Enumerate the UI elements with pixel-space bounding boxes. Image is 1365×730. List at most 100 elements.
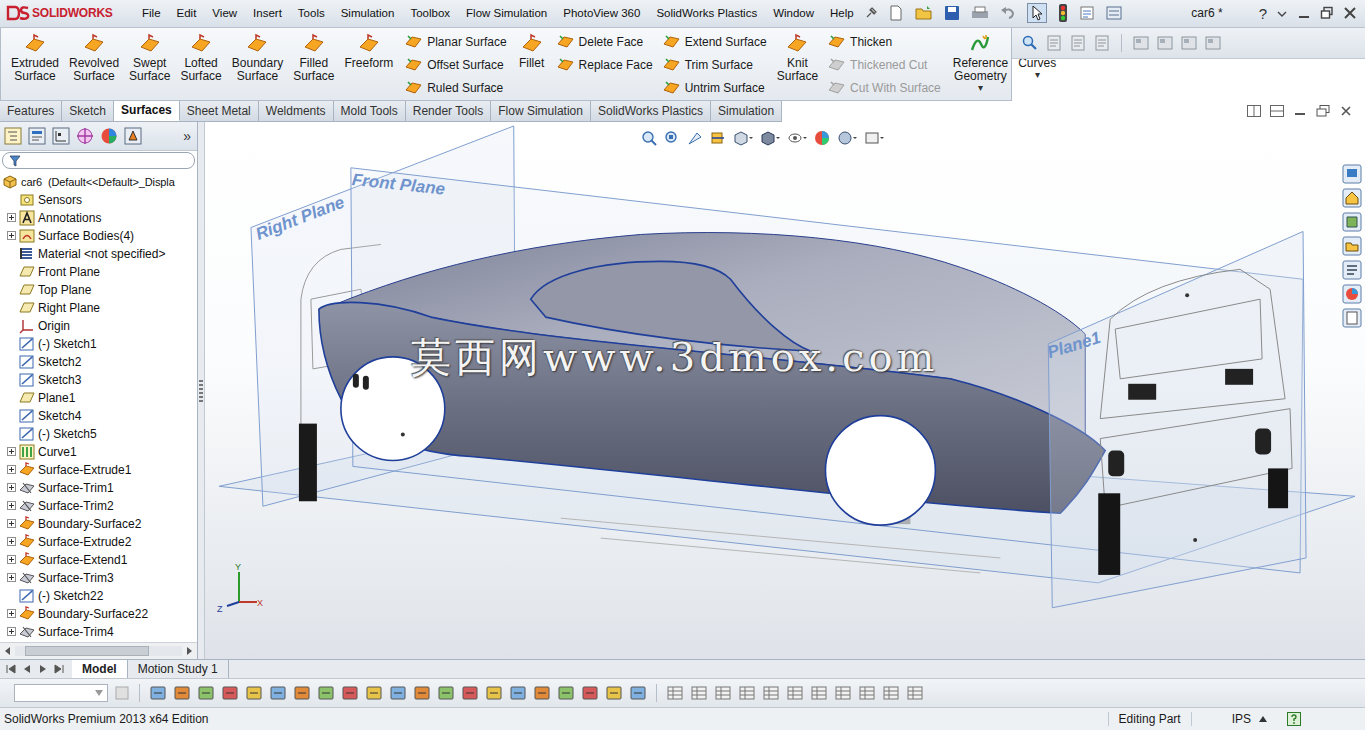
menu-item[interactable]: Tools bbox=[298, 7, 325, 19]
bottom-tab[interactable]: Model bbox=[72, 660, 128, 678]
tab[interactable]: Features bbox=[0, 101, 62, 121]
next-tab-icon[interactable] bbox=[36, 663, 50, 675]
layout-icon[interactable] bbox=[1157, 35, 1173, 51]
table-tool-icon[interactable] bbox=[714, 684, 732, 702]
help-button[interactable]: ? bbox=[1259, 5, 1267, 22]
tool-icon[interactable] bbox=[533, 684, 551, 702]
rebuild-icon[interactable] bbox=[1058, 4, 1068, 22]
print-icon[interactable] bbox=[971, 5, 989, 21]
command-button[interactable]: Extend Surface bbox=[663, 32, 767, 52]
minimize-icon[interactable] bbox=[1297, 6, 1311, 20]
tab[interactable]: Sheet Metal bbox=[180, 101, 259, 121]
first-tab-icon[interactable] bbox=[4, 663, 18, 675]
view-settings-icon[interactable] bbox=[864, 130, 884, 146]
menu-item[interactable]: View bbox=[212, 7, 237, 19]
new-document-icon[interactable] bbox=[888, 5, 904, 21]
command-button[interactable]: Planar Surface bbox=[405, 32, 506, 52]
table-tool-icon[interactable] bbox=[690, 684, 708, 702]
tool-icon[interactable] bbox=[269, 684, 287, 702]
design-library-icon[interactable] bbox=[1342, 212, 1362, 232]
menu-item[interactable]: PhotoView 360 bbox=[563, 7, 640, 19]
command-button[interactable]: Swept Surface bbox=[127, 31, 172, 83]
tree-item[interactable]: Top Plane bbox=[0, 281, 197, 299]
table-tool-icon[interactable] bbox=[906, 684, 924, 702]
tool-icon[interactable] bbox=[413, 684, 431, 702]
command-button[interactable]: Boundary Surface bbox=[230, 31, 285, 83]
tree-item[interactable]: Annotations bbox=[0, 209, 197, 227]
undo-icon[interactable] bbox=[1000, 5, 1016, 21]
previous-tab-icon[interactable] bbox=[20, 663, 34, 675]
command-button[interactable]: Reference Geometry▾ bbox=[951, 31, 1010, 93]
command-button[interactable]: Knit Surface bbox=[775, 31, 820, 83]
tree-item[interactable]: Surface-Extrude1 bbox=[0, 461, 197, 479]
resources-icon[interactable] bbox=[1342, 164, 1362, 184]
plane1[interactable] bbox=[1048, 231, 1306, 607]
expand-icon[interactable] bbox=[7, 447, 16, 456]
tree-item[interactable]: Sensors bbox=[0, 191, 197, 209]
split-view-icon[interactable] bbox=[1247, 105, 1261, 117]
menu-item[interactable]: Insert bbox=[253, 7, 282, 19]
unit-system[interactable]: IPS bbox=[1191, 712, 1259, 726]
scroll-track[interactable] bbox=[15, 646, 182, 656]
expand-icon[interactable] bbox=[7, 573, 16, 582]
car-side-surface[interactable] bbox=[319, 302, 1105, 513]
tool-icon[interactable] bbox=[149, 684, 167, 702]
pin-toolbar-icon[interactable] bbox=[1276, 7, 1288, 19]
zoom-area-icon[interactable] bbox=[664, 130, 680, 146]
tree-item[interactable]: Surface-Trim3 bbox=[0, 569, 197, 587]
tool-icon[interactable] bbox=[365, 684, 383, 702]
select-button[interactable] bbox=[1027, 3, 1047, 23]
tree-item[interactable]: Plane1 bbox=[0, 389, 197, 407]
expand-icon[interactable] bbox=[7, 213, 16, 222]
dimxpert-icon[interactable] bbox=[76, 127, 94, 145]
table-tool-icon[interactable] bbox=[738, 684, 756, 702]
tree-item[interactable]: (-) Sketch22 bbox=[0, 587, 197, 605]
table-tool-icon[interactable] bbox=[834, 684, 852, 702]
open-folder-icon[interactable] bbox=[915, 5, 933, 21]
tab[interactable]: Mold Tools bbox=[334, 101, 406, 121]
feature-manager-icon[interactable] bbox=[4, 127, 22, 145]
help-icon[interactable] bbox=[1287, 712, 1301, 726]
tree-item[interactable]: Origin bbox=[0, 317, 197, 335]
tool-icon[interactable] bbox=[605, 684, 623, 702]
tree-item[interactable]: (-) Sketch5 bbox=[0, 425, 197, 443]
more-tabs-button[interactable]: » bbox=[183, 128, 193, 144]
table-tool-icon[interactable] bbox=[882, 684, 900, 702]
tab[interactable]: Render Tools bbox=[406, 101, 492, 121]
simulation-manager-icon[interactable] bbox=[124, 127, 142, 145]
command-button[interactable]: Trim Surface bbox=[663, 55, 767, 75]
tree-item[interactable]: Surface Bodies(4) bbox=[0, 227, 197, 245]
tree-item[interactable]: Front Plane bbox=[0, 263, 197, 281]
tool-icon[interactable] bbox=[221, 684, 239, 702]
splitter-grip[interactable] bbox=[199, 380, 203, 402]
tool-icon[interactable] bbox=[581, 684, 599, 702]
scroll-thumb[interactable] bbox=[25, 646, 149, 656]
command-button[interactable]: Fillet bbox=[515, 31, 549, 70]
tab[interactable]: Simulation bbox=[711, 101, 782, 121]
tool-icon[interactable] bbox=[461, 684, 479, 702]
bottom-tab[interactable]: Motion Study 1 bbox=[128, 660, 229, 678]
toolbar-button-icon[interactable] bbox=[114, 685, 130, 701]
expand-icon[interactable] bbox=[7, 483, 16, 492]
command-button[interactable]: Untrim Surface bbox=[663, 78, 767, 98]
options-icon[interactable] bbox=[1106, 5, 1122, 21]
pin-icon[interactable] bbox=[864, 6, 878, 20]
horizontal-scrollbar[interactable] bbox=[0, 642, 197, 659]
table-tool-icon[interactable] bbox=[786, 684, 804, 702]
tool-icon[interactable] bbox=[437, 684, 455, 702]
hide-show-icon[interactable] bbox=[787, 130, 807, 146]
previous-view-icon[interactable] bbox=[687, 130, 703, 146]
tree-item[interactable]: Material <not specified> bbox=[0, 245, 197, 263]
scroll-right-icon[interactable] bbox=[184, 646, 194, 656]
menu-item[interactable]: Edit bbox=[177, 7, 197, 19]
view-minimize-icon[interactable] bbox=[1293, 105, 1307, 117]
view-restore-icon[interactable] bbox=[1316, 105, 1330, 117]
tool-icon[interactable] bbox=[245, 684, 263, 702]
tool-icon[interactable] bbox=[509, 684, 527, 702]
command-button[interactable]: Replace Face bbox=[557, 55, 653, 75]
display-style-icon[interactable] bbox=[760, 130, 780, 146]
table-tool-icon[interactable] bbox=[762, 684, 780, 702]
table-tool-icon[interactable] bbox=[666, 684, 684, 702]
display-manager-icon[interactable] bbox=[100, 127, 118, 145]
document-icon[interactable] bbox=[1094, 35, 1110, 51]
